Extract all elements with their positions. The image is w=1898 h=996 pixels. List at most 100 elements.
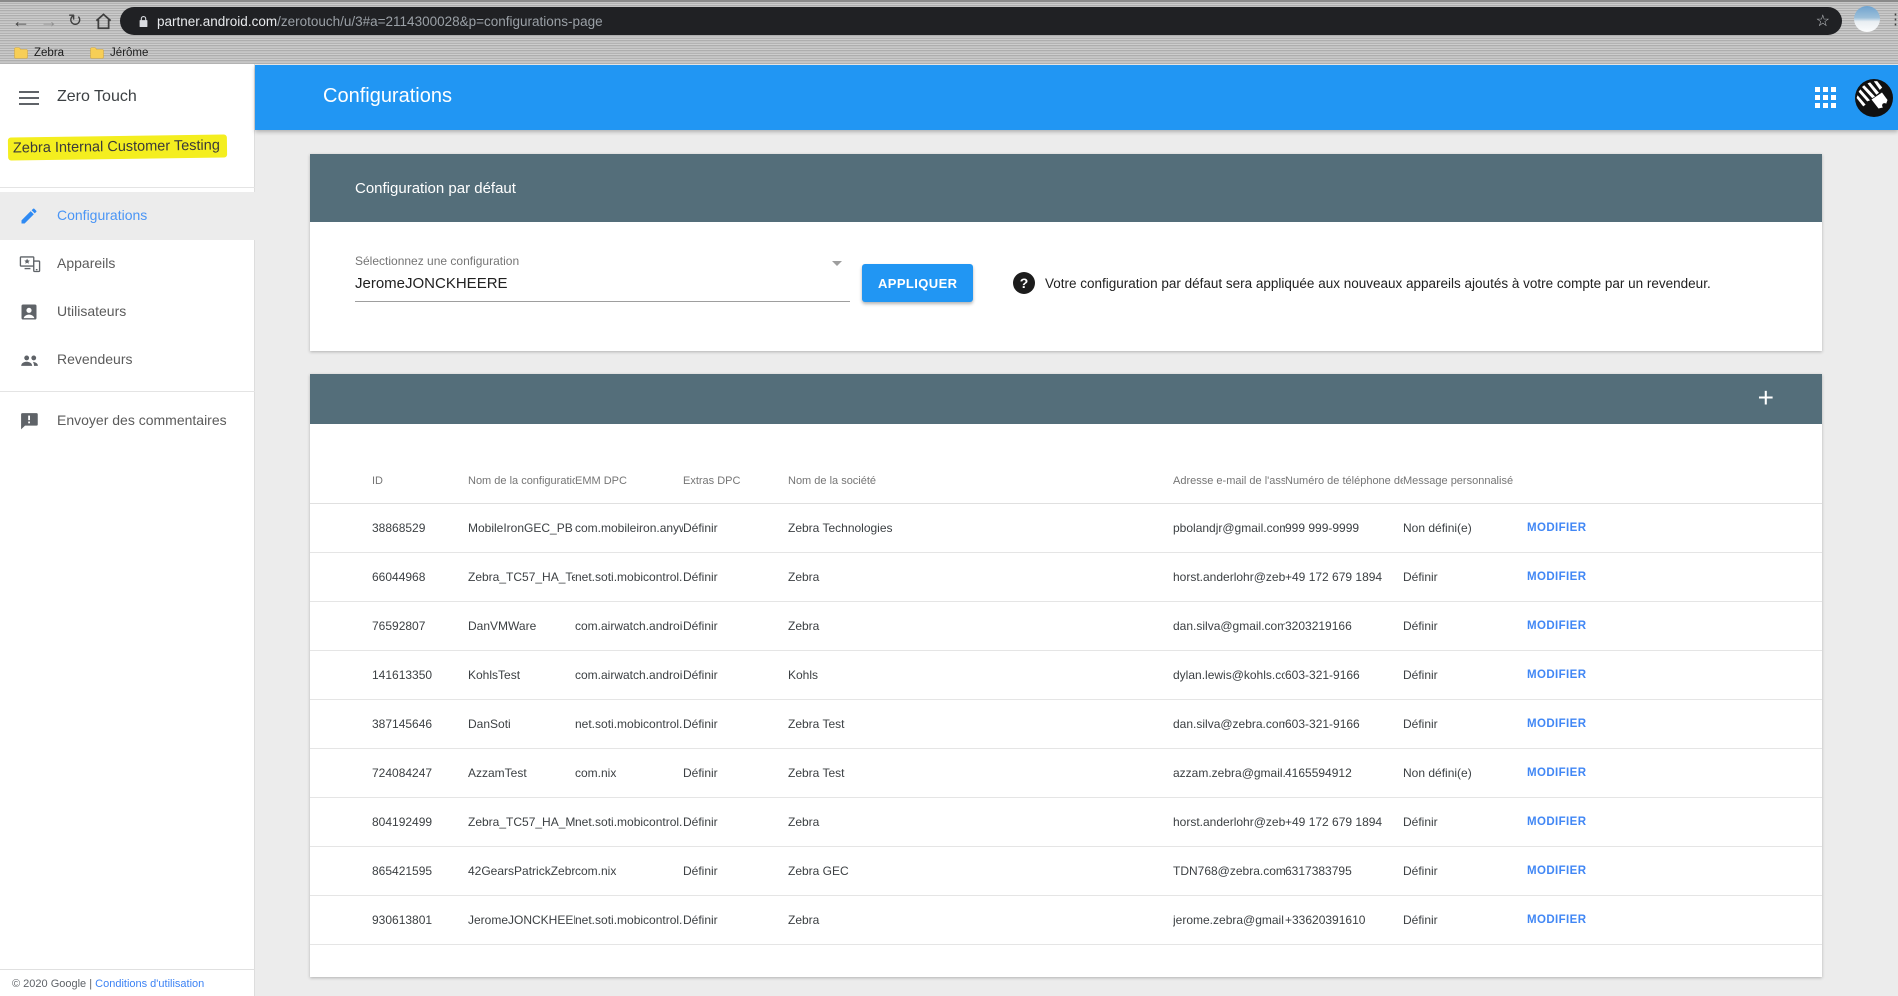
cell-company: Zebra <box>788 815 1173 829</box>
cell-support-email: pbolandjr@gmail.com <box>1173 521 1285 535</box>
hamburger-menu-icon[interactable] <box>19 91 39 107</box>
modify-link[interactable]: MODIFIER <box>1527 767 1777 779</box>
modify-link[interactable]: MODIFIER <box>1527 914 1777 926</box>
table-row: 38868529MobileIronGEC_PBcom.mobileiron.a… <box>310 504 1822 553</box>
cell-custom-message: Définir <box>1403 815 1527 829</box>
table-row: 387145646DanSotinet.soti.mobicontrol.and… <box>310 700 1822 749</box>
cell-emm-dpc: net.soti.mobicontrol.andrc <box>575 717 683 731</box>
folder-icon <box>90 47 104 59</box>
cell-custom-message: Définir <box>1403 864 1527 878</box>
cell-custom-message: Définir <box>1403 619 1527 633</box>
sidebar-item-appareils[interactable]: Appareils <box>0 240 255 288</box>
cell-id: 66044968 <box>372 570 468 584</box>
cell-extras-dpc: Définir <box>683 717 788 731</box>
cell-company: Zebra <box>788 570 1173 584</box>
terms-link[interactable]: Conditions d'utilisation <box>95 978 204 990</box>
apply-button[interactable]: APPLIQUER <box>862 264 973 302</box>
cell-company: Zebra <box>788 913 1173 927</box>
configuration-select[interactable]: Sélectionnez une configuration JeromeJON… <box>355 254 850 302</box>
cell-support-email: dan.silva@zebra.com <box>1173 717 1285 731</box>
page: Zero Touch Zebra Internal Customer Testi… <box>0 64 1898 996</box>
url-host: partner.android.com <box>157 14 277 29</box>
add-configuration-button[interactable]: + <box>1758 382 1774 414</box>
app-bar: Configurations <box>255 65 1898 130</box>
browser-toolbar: ← → ↻ partner.android.com/zerotouch/u/3#… <box>0 2 1898 40</box>
cell-emm-dpc: com.airwatch.androidager <box>575 668 683 682</box>
cell-id: 38868529 <box>372 521 468 535</box>
refresh-icon[interactable]: ↻ <box>62 8 88 34</box>
modify-link[interactable]: MODIFIER <box>1527 816 1777 828</box>
sidebar-item-label: Configurations <box>57 207 147 223</box>
bookmark-folder-zebra[interactable]: Zebra <box>14 47 64 59</box>
help-icon[interactable]: ? <box>1013 272 1035 294</box>
sidebar-item-label: Revendeurs <box>57 351 133 367</box>
cell-support-phone: 603-321-9166 <box>1285 717 1403 731</box>
sidebar-item-feedback[interactable]: Envoyer des commentaires <box>0 397 255 445</box>
modify-link[interactable]: MODIFIER <box>1527 718 1777 730</box>
sidebar-footer: © 2020 Google | Conditions d'utilisation <box>0 969 255 996</box>
zebra-logo[interactable] <box>1855 79 1893 117</box>
account-name-highlighted: Zebra Internal Customer Testing <box>8 134 227 160</box>
default-config-card-header: Configuration par défaut <box>310 154 1822 222</box>
drawer-header: Zero Touch <box>0 76 254 124</box>
forward-icon[interactable]: → <box>36 8 62 34</box>
cell-id: 865421595 <box>372 864 468 878</box>
sidebar-item-label: Envoyer des commentaires <box>57 412 227 428</box>
cell-support-phone: +49 172 679 1894 <box>1285 570 1403 584</box>
profile-avatar[interactable] <box>1854 6 1880 32</box>
cell-emm-dpc: com.mobileiron.anyware.a <box>575 521 683 535</box>
cell-support-email: dan.silva@gmail.com <box>1173 619 1285 633</box>
cell-extras-dpc: Définir <box>683 766 788 780</box>
cell-config-name: DanSoti <box>468 717 575 731</box>
url-text: partner.android.com/zerotouch/u/3#a=2114… <box>157 14 603 29</box>
cell-support-email: azzam.zebra@gmail.com <box>1173 766 1285 780</box>
table-card-header: + <box>310 374 1822 424</box>
sidebar-item-revendeurs[interactable]: Revendeurs <box>0 336 255 384</box>
cell-support-email: jerome.zebra@gmail.com <box>1173 913 1285 927</box>
cell-company: Zebra GEC <box>788 864 1173 878</box>
modify-link[interactable]: MODIFIER <box>1527 865 1777 877</box>
default-config-card: Configuration par défaut Sélectionnez un… <box>310 154 1822 351</box>
col-header-extras-dpc: Extras DPC <box>683 475 788 503</box>
folder-icon <box>14 47 28 59</box>
bookmark-star-icon[interactable]: ☆ <box>1816 11 1830 31</box>
sidebar: Zero Touch Zebra Internal Customer Testi… <box>0 64 255 996</box>
cell-support-phone: 3203219166 <box>1285 619 1403 633</box>
back-icon[interactable]: ← <box>8 8 34 34</box>
cell-company: Zebra Technologies <box>788 521 1173 535</box>
cell-emm-dpc: net.soti.mobicontrol.andrc <box>575 913 683 927</box>
apps-grid-icon[interactable] <box>1815 87 1836 108</box>
cell-id: 804192499 <box>372 815 468 829</box>
cell-emm-dpc: com.airwatch.androidager <box>575 619 683 633</box>
cell-custom-message: Non défini(e) <box>1403 521 1527 535</box>
cell-extras-dpc: Définir <box>683 913 788 927</box>
modify-link[interactable]: MODIFIER <box>1527 571 1777 583</box>
cell-support-phone: 4165594912 <box>1285 766 1403 780</box>
cell-emm-dpc: net.soti.mobicontrol.andrc <box>575 570 683 584</box>
col-header-id: ID <box>372 475 468 503</box>
address-bar[interactable]: partner.android.com/zerotouch/u/3#a=2114… <box>120 7 1842 35</box>
sidebar-item-utilisateurs[interactable]: Utilisateurs <box>0 288 255 336</box>
cell-support-phone: +33620391610 <box>1285 913 1403 927</box>
help-text: Votre configuration par défaut sera appl… <box>1045 276 1711 291</box>
cell-support-phone: 603-321-9166 <box>1285 668 1403 682</box>
cell-extras-dpc: Définir <box>683 815 788 829</box>
bookmarks-bar: Zebra Jérôme <box>0 40 1898 66</box>
account-name-row: Zebra Internal Customer Testing <box>8 136 227 159</box>
bookmark-folder-jerome[interactable]: Jérôme <box>90 47 148 59</box>
modify-link[interactable]: MODIFIER <box>1527 620 1777 632</box>
cell-id: 141613350 <box>372 668 468 682</box>
table-row: 141613350KohlsTestcom.airwatch.androidag… <box>310 651 1822 700</box>
table-header-row: ID Nom de la configuration EMM DPC Extra… <box>310 424 1822 504</box>
col-header-config-name: Nom de la configuration <box>468 475 575 503</box>
modify-link[interactable]: MODIFIER <box>1527 669 1777 681</box>
sidebar-item-label: Utilisateurs <box>57 303 126 319</box>
bookmark-label: Zebra <box>34 47 64 59</box>
modify-link[interactable]: MODIFIER <box>1527 522 1777 534</box>
browser-menu-icon[interactable]: ⋮ <box>1888 10 1898 28</box>
cell-config-name: MobileIronGEC_PB <box>468 521 575 535</box>
home-icon[interactable] <box>90 8 116 34</box>
feedback-icon <box>19 411 39 431</box>
sidebar-item-configurations[interactable]: Configurations <box>0 192 255 240</box>
cell-company: Kohls <box>788 668 1173 682</box>
